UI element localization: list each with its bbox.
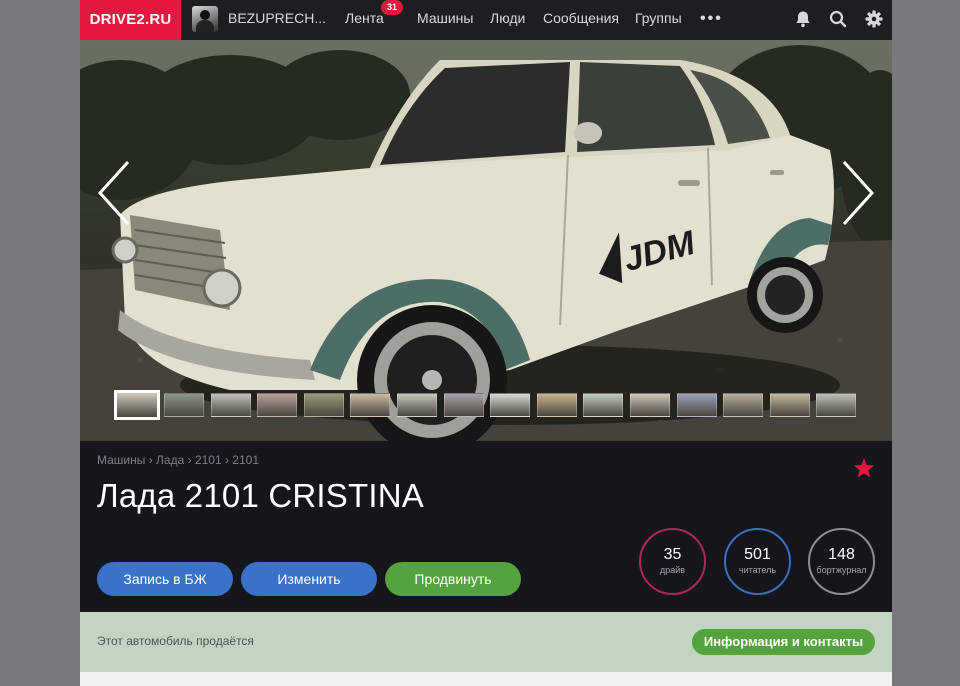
stat-label: читатель — [738, 565, 777, 575]
car-page: DRIVE2.RU BEZUPRECH... Лента 31 Машины Л… — [80, 0, 892, 686]
gallery-thumbnail[interactable] — [536, 393, 577, 417]
stat-logbook[interactable]: 148 бортжурнал — [808, 528, 875, 595]
stat-label: бортжурнал — [816, 565, 867, 575]
page-content-start — [80, 672, 892, 686]
gallery-thumbnail[interactable] — [210, 393, 251, 417]
gallery-thumbnail[interactable] — [164, 393, 204, 417]
gear-icon[interactable] — [864, 9, 884, 29]
page-title: Лада 2101 CRISTINA — [97, 477, 424, 514]
gallery-thumbnail[interactable] — [443, 393, 484, 417]
gallery-thumbnail[interactable] — [723, 393, 764, 417]
promote-button[interactable]: Продвинуть — [385, 562, 521, 596]
nav-groups[interactable]: Группы — [635, 0, 682, 36]
gallery-thumbnail[interactable] — [397, 393, 437, 417]
nav-messages[interactable]: Сообщения — [543, 0, 619, 36]
bell-icon[interactable] — [793, 9, 813, 29]
top-navigation: DRIVE2.RU BEZUPRECH... Лента 31 Машины Л… — [80, 0, 892, 40]
gallery-thumbnail[interactable] — [630, 393, 670, 417]
stat-value: 501 — [744, 546, 771, 563]
info-contacts-button[interactable]: Информация и контакты — [692, 629, 875, 655]
nav-feed[interactable]: Лента — [345, 0, 384, 36]
gallery-thumbnail[interactable] — [303, 393, 344, 417]
site-logo[interactable]: DRIVE2.RU — [80, 0, 181, 40]
chevron-right-icon[interactable] — [838, 158, 878, 228]
star-icon[interactable] — [853, 457, 875, 479]
user-avatar[interactable] — [192, 6, 218, 32]
gallery-thumbnail[interactable] — [816, 393, 857, 417]
gallery-thumbnail[interactable] — [769, 393, 810, 417]
add-logbook-entry-button[interactable]: Запись в БЖ — [97, 562, 233, 596]
search-icon[interactable] — [828, 9, 848, 29]
stat-value: 35 — [663, 546, 682, 563]
for-sale-banner: Этот автомобиль продаётся Информация и к… — [80, 612, 892, 672]
nav-people[interactable]: Люди — [490, 0, 525, 36]
more-menu-button[interactable]: ••• — [700, 10, 723, 28]
car-photo-gallery[interactable]: JDM — [80, 40, 892, 441]
for-sale-text: Этот автомобиль продаётся — [97, 634, 254, 648]
gallery-thumbnail[interactable] — [350, 393, 391, 417]
stat-readers[interactable]: 501 читатель — [724, 528, 791, 595]
edit-button[interactable]: Изменить — [241, 562, 377, 596]
stat-value: 148 — [828, 546, 855, 563]
gallery-thumbnail[interactable] — [114, 390, 160, 420]
gallery-thumbnail[interactable] — [490, 393, 531, 417]
chevron-left-icon[interactable] — [94, 158, 134, 228]
stat-label: драйв — [659, 565, 686, 575]
breadcrumb[interactable]: Машины › Лада › 2101 › 2101 — [97, 453, 259, 467]
feed-count-badge: 31 — [381, 0, 403, 15]
gallery-thumbnail[interactable] — [257, 393, 298, 417]
gallery-thumbnail[interactable] — [583, 393, 624, 417]
nav-cars[interactable]: Машины — [417, 0, 473, 36]
user-name-link[interactable]: BEZUPRECH... — [228, 0, 326, 36]
car-photo: JDM — [80, 40, 892, 441]
gallery-thumbnail[interactable] — [676, 393, 717, 417]
stat-drive[interactable]: 35 драйв — [639, 528, 706, 595]
